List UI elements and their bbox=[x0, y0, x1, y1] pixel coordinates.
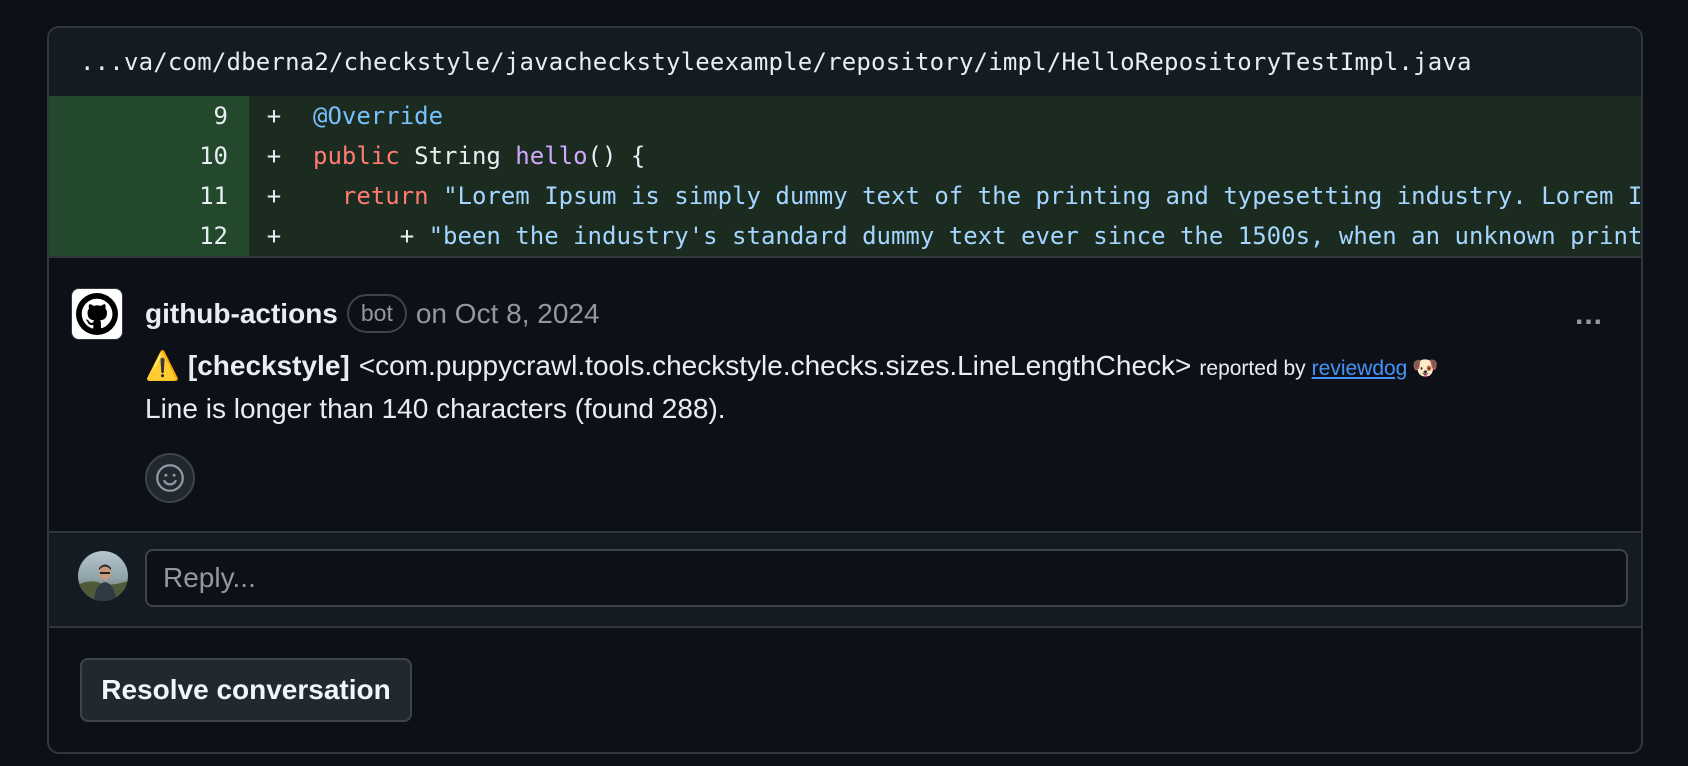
bot-badge: bot bbox=[346, 294, 407, 333]
code-token: @Override bbox=[313, 102, 444, 130]
code-token: () { bbox=[587, 142, 646, 170]
line-number[interactable]: 10 bbox=[49, 136, 249, 176]
reviewdog-link[interactable]: reviewdog bbox=[1312, 357, 1408, 381]
reported-by-label: reported by bbox=[1199, 357, 1306, 380]
diff-line[interactable]: 10 + public String hello() { bbox=[49, 136, 1641, 176]
code-token: hello bbox=[515, 142, 588, 170]
github-mark-icon bbox=[76, 293, 118, 335]
diff-sign: + bbox=[266, 222, 282, 250]
comment-header: github-actions bot on Oct 8, 2024 bbox=[145, 294, 600, 333]
checkstyle-tag: [checkstyle] bbox=[187, 350, 350, 381]
reply-section bbox=[49, 533, 1641, 628]
comment-body-line-1: ⚠️ [checkstyle] <com.puppycrawl.tools.ch… bbox=[145, 349, 1439, 382]
review-comment: github-actions bot on Oct 8, 2024 ... ⚠️… bbox=[49, 258, 1641, 533]
user-photo-icon bbox=[78, 551, 128, 601]
more-options-button[interactable]: ... bbox=[1575, 298, 1603, 332]
code-token: String bbox=[399, 142, 516, 170]
file-path-header[interactable]: ...va/com/dberna2/checkstyle/javacheckst… bbox=[49, 28, 1641, 96]
resolve-conversation-button[interactable]: Resolve conversation bbox=[80, 658, 412, 722]
diff-sign: + bbox=[266, 182, 282, 210]
file-path[interactable]: ...va/com/dberna2/checkstyle/javacheckst… bbox=[80, 48, 1472, 76]
diff-hunk: 9 + @Override 10 + public String hello() {11 +… bbox=[49, 96, 1641, 258]
comment-author[interactable]: github-actions bbox=[145, 298, 338, 330]
comment-message: Line is longer than 140 characters (foun… bbox=[145, 393, 726, 424]
reply-input[interactable] bbox=[145, 549, 1628, 607]
diff-line[interactable]: 11 + return "Lorem Ipsum is simply dummy … bbox=[49, 176, 1641, 216]
comment-date[interactable]: on Oct 8, 2024 bbox=[416, 298, 600, 330]
line-number[interactable]: 11 bbox=[49, 176, 249, 216]
diff-sign: + bbox=[266, 142, 282, 170]
code-content: + "been the industry's standard dummy te… bbox=[289, 222, 1641, 250]
code-content: public String hello() { bbox=[289, 142, 645, 170]
kebab-horizontal-icon: ... bbox=[1574, 298, 1603, 331]
diff-line[interactable]: 12 + + "been the industry's standard dumm… bbox=[49, 216, 1641, 256]
add-reaction-button[interactable] bbox=[145, 453, 195, 503]
diff-sign: + bbox=[266, 102, 282, 130]
line-number[interactable]: 12 bbox=[49, 216, 249, 256]
dog-icon: 🐶 bbox=[1412, 357, 1439, 380]
warning-icon: ⚠️ bbox=[145, 350, 180, 381]
code-token: + bbox=[399, 222, 429, 250]
code-token: "been the industry's standard dummy text… bbox=[428, 222, 1641, 250]
line-number[interactable]: 9 bbox=[49, 96, 249, 136]
code-content: @Override bbox=[289, 102, 443, 130]
code-token: return bbox=[341, 182, 429, 210]
code-token: public bbox=[313, 142, 400, 170]
smiley-icon bbox=[156, 464, 184, 492]
resolve-conversation-label: Resolve conversation bbox=[101, 674, 391, 705]
diff-line[interactable]: 9 + @Override bbox=[49, 96, 1641, 136]
check-name: <com.puppycrawl.tools.checkstyle.checks.… bbox=[358, 350, 1192, 381]
code-token: "Lorem Ipsum is simply dummy text of the… bbox=[443, 182, 1641, 210]
current-user-avatar[interactable] bbox=[78, 551, 128, 601]
github-actions-avatar[interactable] bbox=[71, 288, 123, 340]
review-thread-card: ...va/com/dberna2/checkstyle/javacheckst… bbox=[47, 26, 1643, 754]
code-content: return "Lorem Ipsum is simply dummy text… bbox=[289, 182, 1641, 210]
